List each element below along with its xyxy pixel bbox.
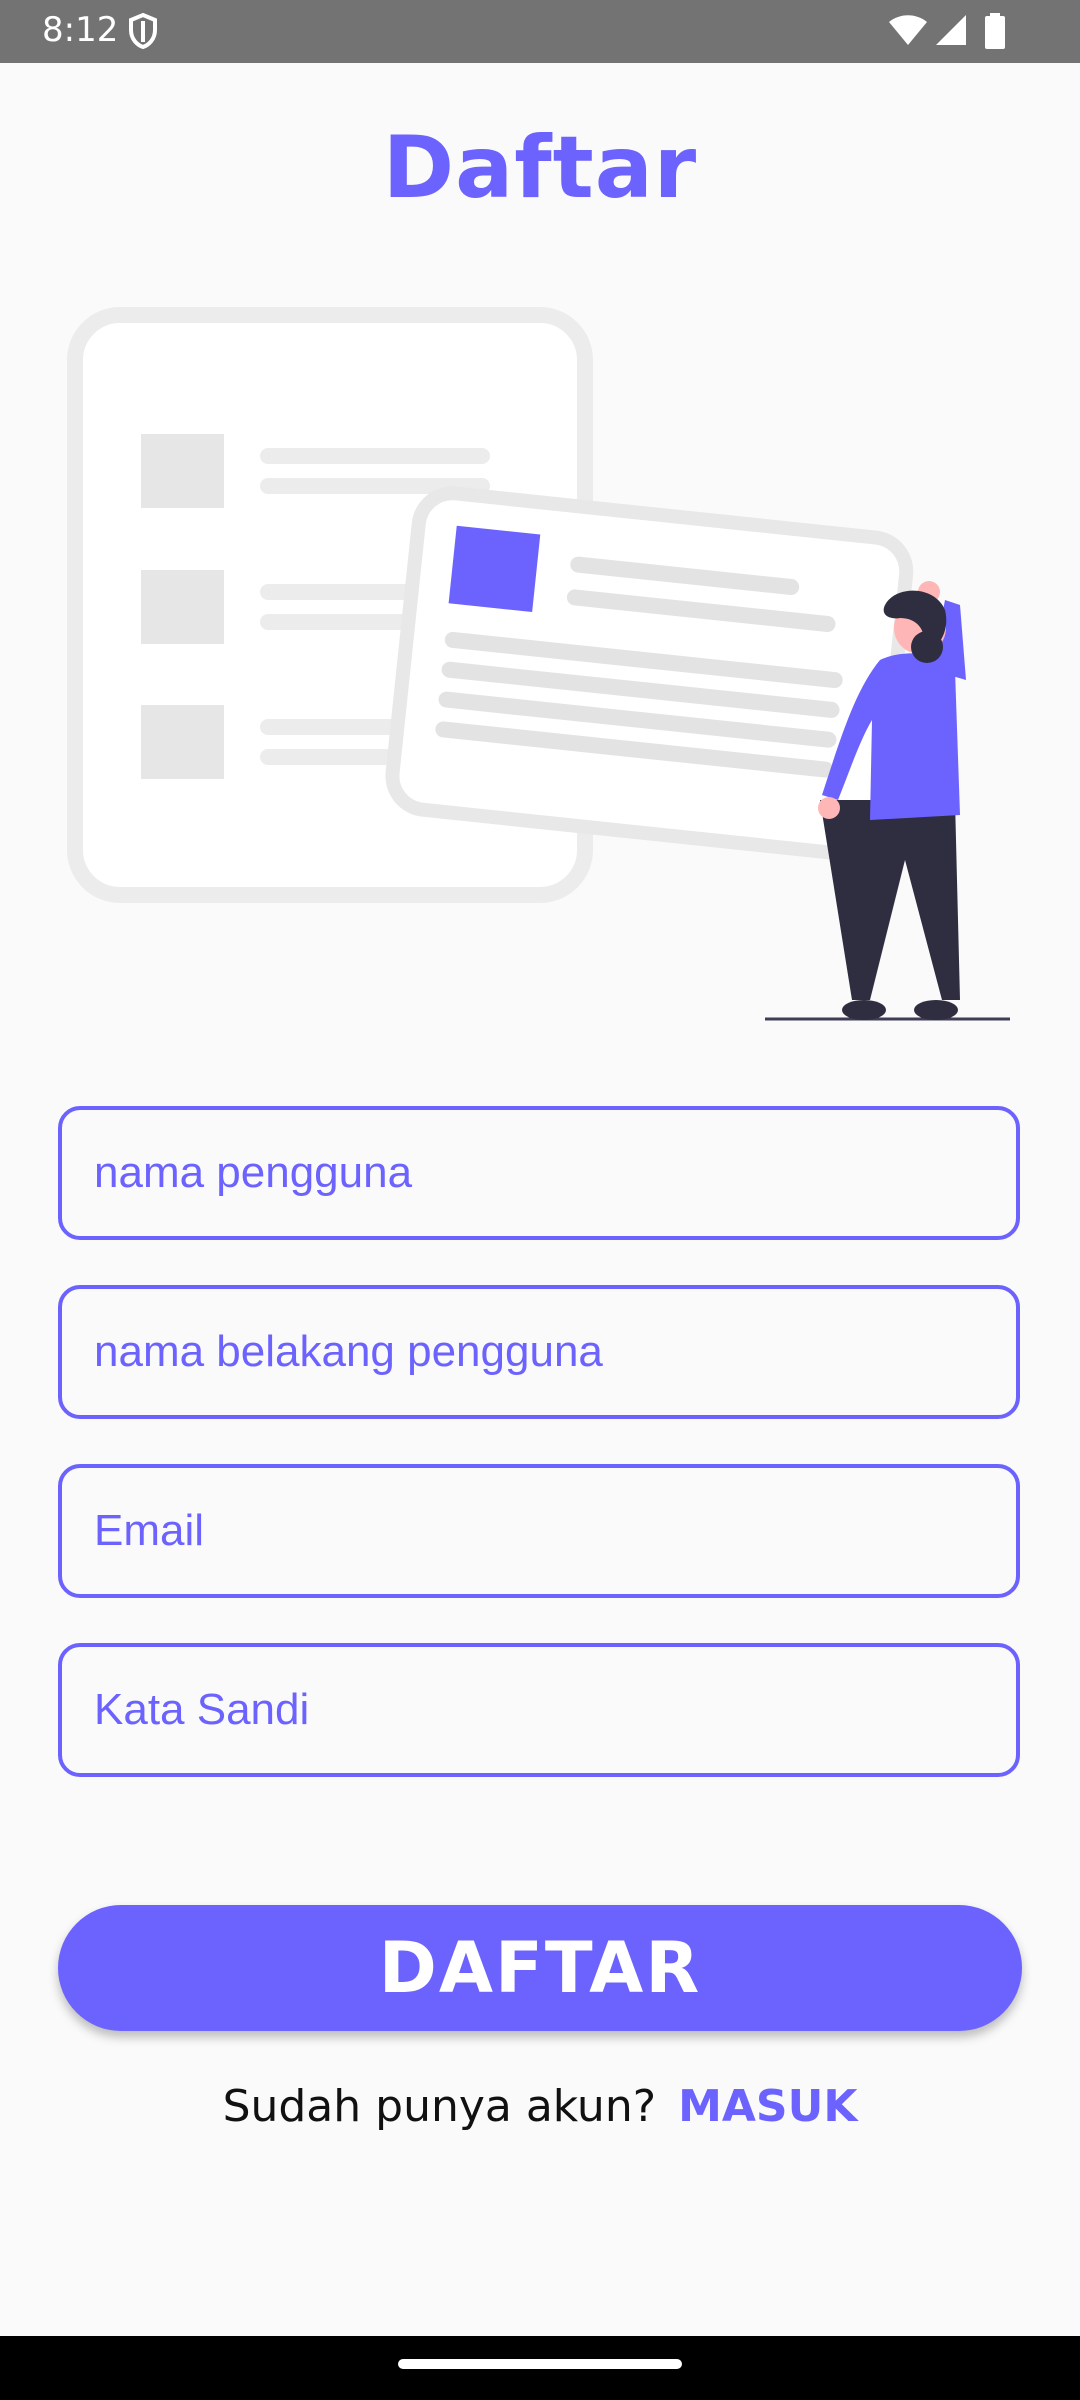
last-name-field[interactable] [58,1285,1020,1419]
email-input[interactable] [94,1468,984,1594]
first-name-field[interactable] [58,1106,1020,1240]
login-prompt-text: Sudah punya akun? [222,2081,657,2132]
login-prompt: Sudah punya akun? MASUK [0,2077,1080,2137]
navigation-bar [0,2336,1080,2400]
status-bar: 8:12 [0,0,1080,63]
home-indicator[interactable] [398,2359,682,2369]
login-link[interactable]: MASUK [678,2081,857,2132]
email-field[interactable] [58,1464,1020,1598]
wifi-icon [889,15,927,45]
password-field[interactable] [58,1643,1020,1777]
page-title: Daftar [382,118,698,218]
password-input[interactable] [94,1647,984,1773]
register-button[interactable]: DAFTAR [58,1905,1022,2031]
first-name-input[interactable] [94,1110,984,1236]
status-time: 8:12 [42,10,119,50]
signal-icon [936,15,966,45]
signup-illustration [67,307,1010,1021]
battery-icon [985,13,1005,49]
last-name-input[interactable] [94,1289,984,1415]
shield-icon [129,12,157,50]
